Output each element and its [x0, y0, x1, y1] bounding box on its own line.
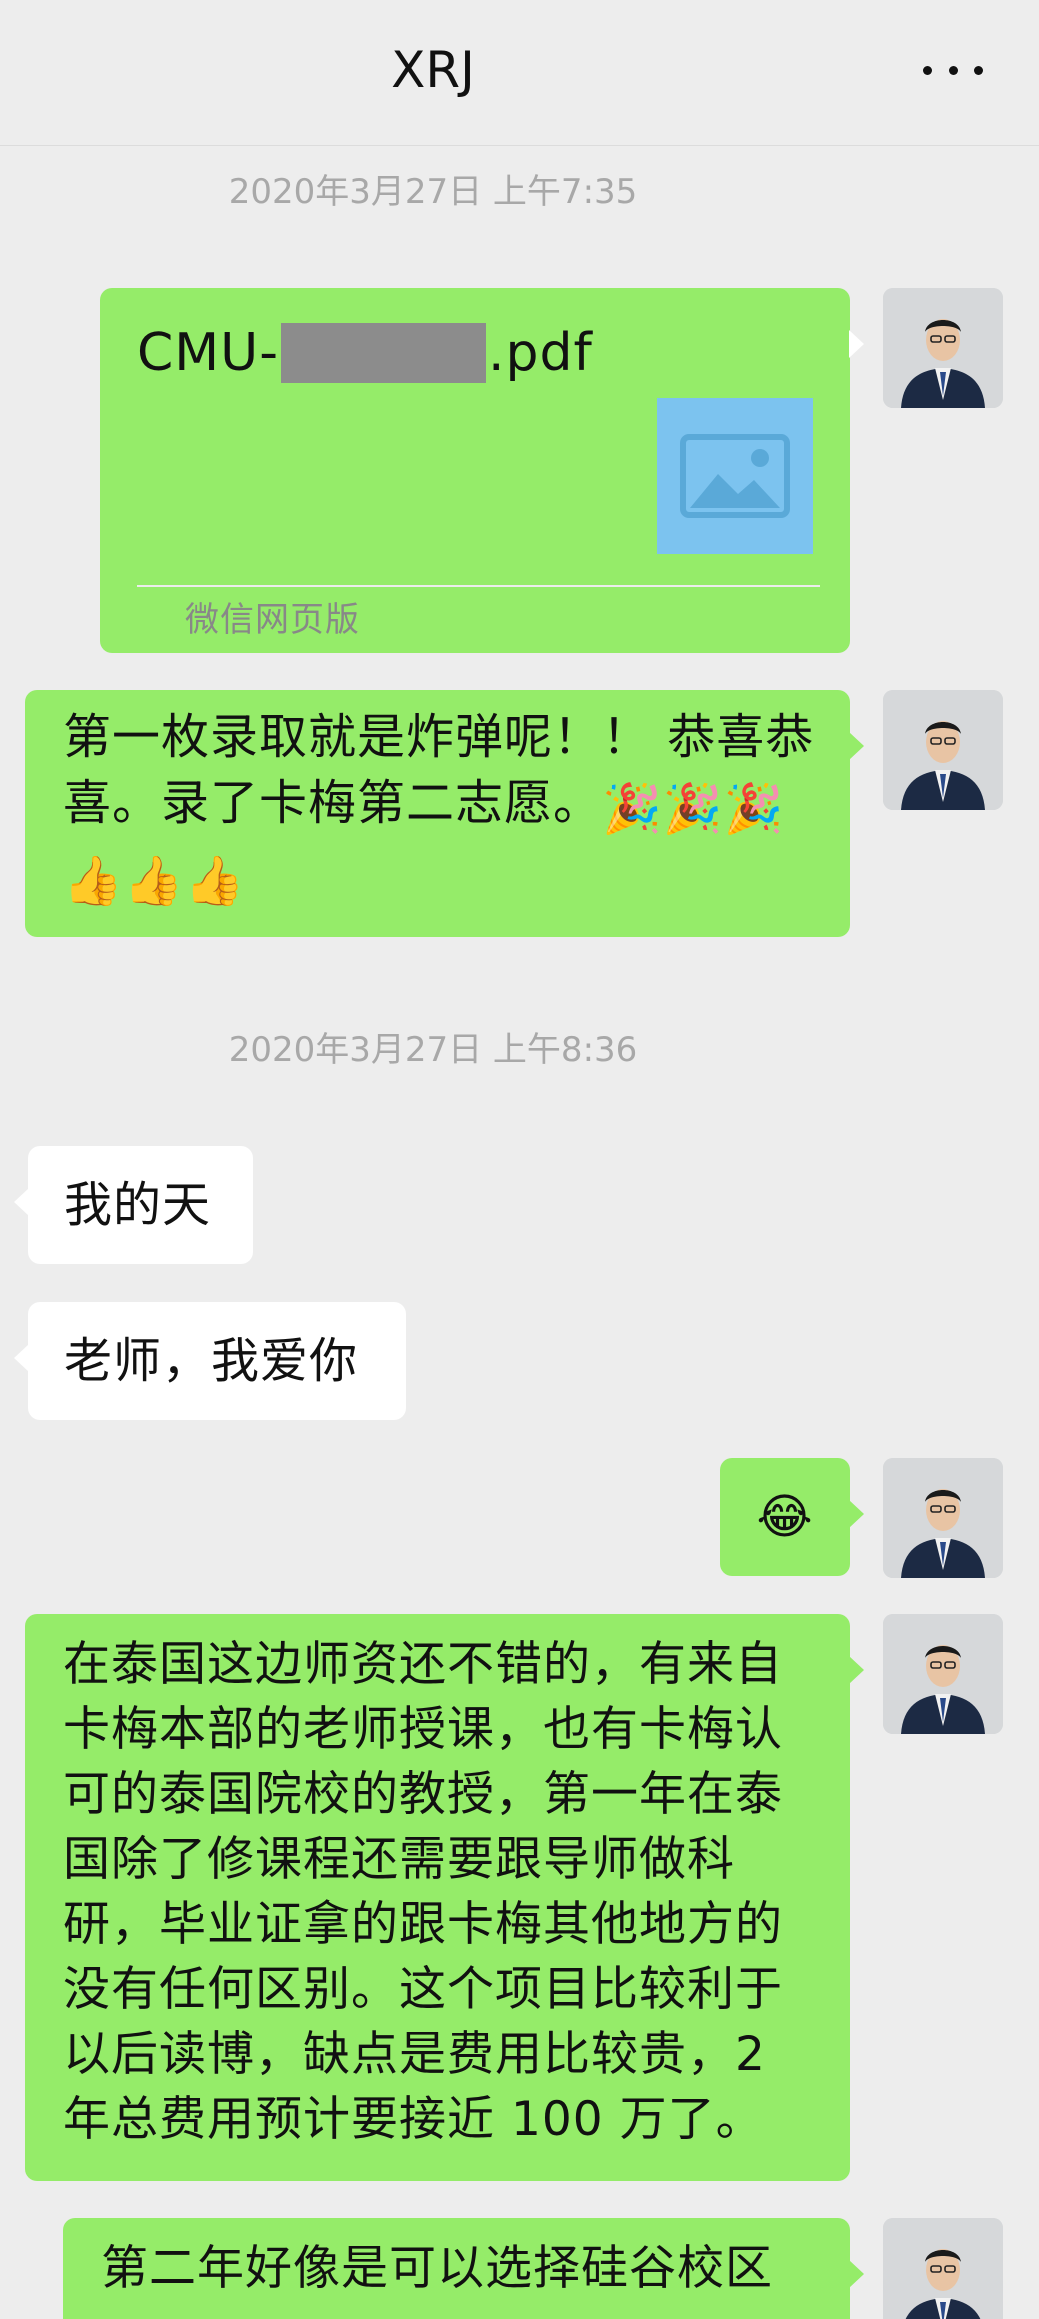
- avatar[interactable]: [883, 1614, 1003, 1734]
- message-line: 第一枚录取就是炸弹呢！！ 恭喜恭: [63, 709, 815, 765]
- timestamp: 2020年3月27日 上午7:35: [228, 172, 638, 212]
- card-divider: [137, 585, 820, 587]
- file-message[interactable]: CMU- .pdf 微信网页版: [100, 288, 864, 653]
- party-popper-icon: 🎉: [662, 781, 724, 837]
- message-bubble[interactable]: 😂: [720, 1458, 864, 1576]
- image-placeholder-icon: [657, 398, 813, 554]
- message-bubble[interactable]: 在泰国这边师资还不错的，有来自 卡梅本部的老师授课，也有卡梅认 可的泰国院校的教…: [25, 1614, 864, 2181]
- avatar[interactable]: [883, 2218, 1003, 2319]
- message-line: 喜。录了卡梅第二志愿。🎉🎉🎉: [63, 770, 820, 842]
- message-line: 研，毕业证拿的跟卡梅其他地方的: [63, 1897, 783, 1952]
- file-source: 微信网页版: [185, 600, 360, 640]
- message-line: 卡梅本部的老师授课，也有卡梅认: [63, 1702, 783, 1757]
- thumbs-up-icon: 👍: [63, 853, 124, 909]
- message-bubble[interactable]: 老师，我爱你: [14, 1302, 406, 1420]
- thumbs-up-icon: 👍: [184, 853, 246, 909]
- timestamp: 2020年3月27日 上午8:36: [228, 1030, 638, 1070]
- avatar[interactable]: [883, 1458, 1003, 1578]
- message-text: 老师，我爱你: [64, 1333, 359, 1389]
- message-line: 第二年好像是可以选择硅谷校区: [101, 2241, 773, 2296]
- file-name: CMU- .pdf: [137, 323, 593, 383]
- message-line: 年总费用预计要接近 100 万了。: [63, 2092, 764, 2147]
- avatar[interactable]: [883, 690, 1003, 810]
- message-bubble[interactable]: 第二年好像是可以选择硅谷校区: [63, 2218, 864, 2319]
- message-line: 没有任何区别。这个项目比较利于: [63, 1962, 783, 2017]
- message-line: 国除了修课程还需要跟导师做科: [63, 1832, 735, 1887]
- message-line: 在泰国这边师资还不错的，有来自: [63, 1637, 783, 1692]
- avatar[interactable]: [883, 288, 1003, 408]
- message-line: 以后读博，缺点是费用比较贵，2: [63, 2027, 766, 2082]
- message-line: 👍👍👍: [63, 842, 820, 914]
- redacted-block: [281, 323, 486, 383]
- tears-of-joy-icon: 😂: [756, 1489, 814, 1545]
- party-popper-icon: 🎉: [723, 781, 785, 837]
- message-line: 可的泰国院校的教授，第一年在泰: [63, 1767, 783, 1822]
- chat-header: XRJ: [0, 0, 1039, 146]
- message-bubble[interactable]: 第一枚录取就是炸弹呢！！ 恭喜恭 喜。录了卡梅第二志愿。🎉🎉🎉 👍👍👍: [25, 690, 864, 937]
- message-bubble[interactable]: 我的天: [14, 1146, 253, 1264]
- chat-title: XRJ: [391, 41, 475, 99]
- more-dots-icon[interactable]: [923, 58, 983, 82]
- message-text: 我的天: [64, 1177, 212, 1233]
- thumbs-up-icon: 👍: [123, 853, 185, 909]
- party-popper-icon: 🎉: [602, 781, 663, 837]
